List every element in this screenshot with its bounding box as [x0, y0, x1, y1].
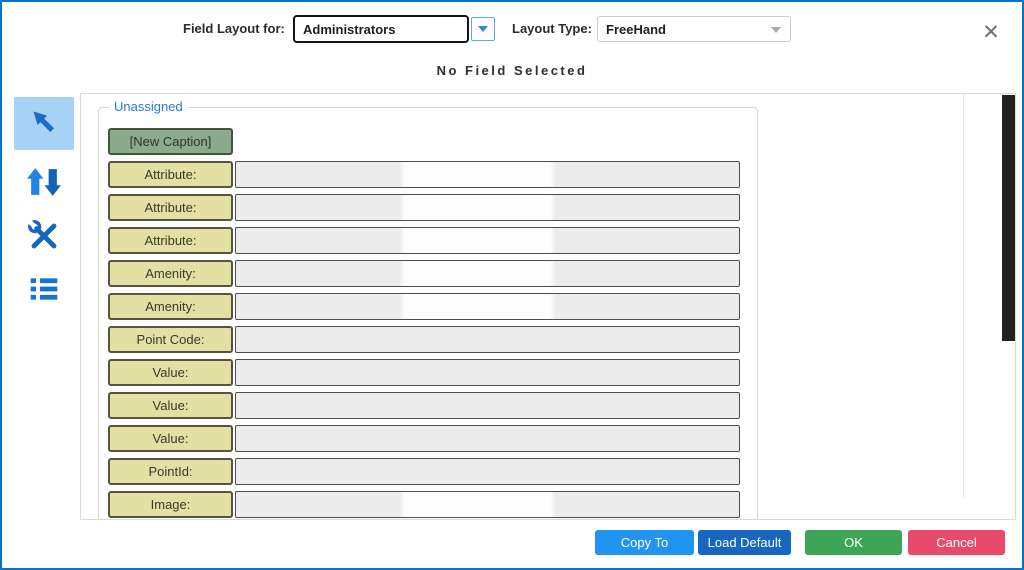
cancel-button[interactable]: Cancel: [908, 530, 1005, 555]
unassigned-rows: Attribute: Attribute: Attribute: Amenity…: [108, 161, 740, 519]
layout-type-combobox[interactable]: FreeHand: [597, 16, 791, 42]
list-tool-button[interactable]: [14, 268, 74, 312]
layout-type-value: FreeHand: [606, 21, 666, 37]
field-layout-for-combobox[interactable]: Administrators: [293, 15, 469, 43]
list-bullets-icon: [28, 273, 60, 308]
layout-canvas-panel: Unassigned [New Caption] Attribute: Attr…: [80, 93, 1016, 520]
reorder-tool-button[interactable]: [14, 160, 74, 206]
field-row: Amenity:: [108, 293, 740, 320]
field-placeholder-bar[interactable]: [235, 293, 740, 320]
wrench-screwdriver-icon: [26, 218, 60, 255]
field-placeholder-bar[interactable]: [235, 392, 740, 419]
field-row: Attribute:: [108, 227, 740, 254]
cursor-arrow-icon: [30, 108, 58, 139]
field-caption-button[interactable]: Attribute:: [108, 227, 233, 254]
field-placeholder-bar[interactable]: [235, 359, 740, 386]
field-placeholder-bar[interactable]: [235, 260, 740, 287]
load-default-button[interactable]: Load Default: [698, 530, 791, 555]
field-placeholder-bar[interactable]: [235, 425, 740, 452]
select-tool-button[interactable]: [14, 97, 74, 150]
copy-to-button[interactable]: Copy To: [595, 530, 694, 555]
field-row: Point Code:: [108, 326, 740, 353]
field-caption-button[interactable]: Attribute:: [108, 194, 233, 221]
field-layout-for-value: Administrators: [303, 21, 396, 37]
field-caption-button[interactable]: Value:: [108, 425, 233, 452]
field-caption-button[interactable]: Image:: [108, 491, 233, 518]
field-row: PointId:: [108, 458, 740, 485]
field-row: Value:: [108, 425, 740, 452]
field-placeholder-bar[interactable]: [235, 194, 740, 221]
close-button[interactable]: ✕: [977, 19, 1005, 47]
ok-button[interactable]: OK: [805, 530, 902, 555]
field-placeholder-bar[interactable]: [235, 491, 740, 518]
field-layout-dialog: Field Layout for: Administrators Layout …: [0, 0, 1024, 570]
tools-tool-button[interactable]: [14, 214, 74, 260]
field-row: Amenity:: [108, 260, 740, 287]
canvas-right-edge: [963, 94, 964, 498]
field-layout-for-label: Field Layout for:: [183, 21, 285, 36]
field-caption-button[interactable]: Point Code:: [108, 326, 233, 353]
field-caption-button[interactable]: Amenity:: [108, 260, 233, 287]
field-row: Attribute:: [108, 161, 740, 188]
field-caption-button[interactable]: Value:: [108, 359, 233, 386]
chevron-down-icon: [478, 26, 488, 32]
up-down-arrows-icon: [26, 166, 62, 201]
new-caption-button[interactable]: [New Caption]: [108, 128, 233, 155]
vertical-scrollbar-thumb[interactable]: [1002, 95, 1015, 341]
chevron-down-icon: [771, 27, 781, 33]
field-caption-button[interactable]: Amenity:: [108, 293, 233, 320]
field-caption-button[interactable]: PointId:: [108, 458, 233, 485]
field-layout-dropdown-button[interactable]: [471, 17, 495, 41]
field-placeholder-bar[interactable]: [235, 161, 740, 188]
no-field-selected-text: No Field Selected: [436, 63, 588, 78]
field-caption-button[interactable]: Attribute:: [108, 161, 233, 188]
field-row: Value:: [108, 359, 740, 386]
field-caption-button[interactable]: Value:: [108, 392, 233, 419]
field-row: Image:: [108, 491, 740, 518]
unassigned-group-label: Unassigned: [109, 99, 188, 114]
field-placeholder-bar[interactable]: [235, 458, 740, 485]
field-row: Value:: [108, 392, 740, 419]
field-placeholder-bar[interactable]: [235, 326, 740, 353]
field-placeholder-bar[interactable]: [235, 227, 740, 254]
field-row: Attribute:: [108, 194, 740, 221]
layout-type-label: Layout Type:: [512, 21, 592, 36]
